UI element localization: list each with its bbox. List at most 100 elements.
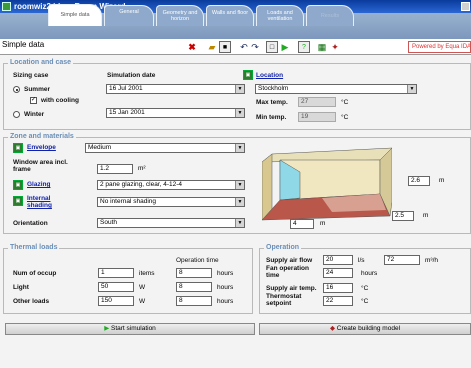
room-width-unit: m [320, 220, 326, 227]
light-unit: W [139, 284, 146, 291]
settings-icon[interactable]: ✦ [329, 41, 341, 53]
other-loads-input[interactable]: 150 [98, 296, 134, 306]
tab-general[interactable]: General [104, 5, 154, 26]
supply-air-temp-unit: °C [361, 285, 369, 292]
supply-air-flow-m3h-input[interactable]: 72 [384, 255, 420, 265]
winter-label: Winter [24, 111, 45, 118]
orientation-select[interactable]: South ▼ [97, 218, 245, 228]
chevron-down-icon: ▼ [235, 109, 244, 117]
window-area-input[interactable]: 1.2 [97, 164, 133, 174]
window-control-button[interactable] [461, 2, 470, 11]
room-width-input[interactable]: 4 [290, 219, 314, 229]
shading-value: No internal shading [100, 198, 157, 205]
occupants-hours-unit: hours [217, 270, 234, 277]
envelope-link[interactable]: Envelope [27, 144, 56, 151]
operation-legend: Operation [264, 244, 302, 251]
room-left-outer-wall [262, 153, 273, 221]
shading-select[interactable]: No internal shading ▼ [97, 197, 245, 207]
thermostat-setpoint-unit: °C [361, 298, 369, 305]
with-cooling-label: with cooling [41, 97, 79, 104]
min-temp-field: 19 [298, 112, 336, 122]
tab-geometry[interactable]: Geometry and horizon [156, 5, 204, 26]
light-label: Light [13, 284, 29, 291]
supply-air-flow-ls-input[interactable]: 20 [323, 255, 353, 265]
shading-database-icon[interactable]: ▣ [13, 196, 23, 206]
max-temp-unit: °C [341, 99, 349, 106]
thermostat-setpoint-label: Thermostat setpoint [266, 293, 302, 307]
start-simulation-label: Start simulation [111, 325, 156, 332]
start-simulation-button[interactable]: ▶ Start simulation [5, 323, 255, 335]
chevron-down-icon: ▼ [235, 85, 244, 93]
supply-air-flow-label: Supply air flow [266, 257, 313, 264]
occupants-hours-input[interactable]: 8 [176, 268, 212, 278]
location-database-icon[interactable]: ▣ [243, 70, 253, 80]
envelope-database-icon[interactable]: ▣ [13, 143, 23, 153]
room-depth-input[interactable]: 2.5 [392, 211, 414, 221]
occupants-input[interactable]: 1 [98, 268, 134, 278]
window-icon[interactable]: □ [266, 41, 278, 53]
with-cooling-checkbox[interactable]: ✓ [30, 97, 37, 104]
window-area-unit: m² [138, 165, 146, 172]
play-icon: ▶ [104, 325, 111, 332]
room-depth-unit: m [423, 212, 429, 219]
tab-results[interactable]: Results [306, 5, 354, 26]
location-select[interactable]: Stockholm ▼ [255, 84, 417, 94]
zone-legend: Zone and materials [8, 133, 76, 140]
summer-date-value: 16 Jul 2001 [109, 85, 143, 92]
light-hours-unit: hours [217, 284, 234, 291]
open-folder-icon[interactable]: ▰ [206, 41, 218, 53]
run-icon[interactable]: ▶ [279, 41, 291, 53]
orientation-label: Orientation [13, 220, 48, 227]
chevron-down-icon: ▼ [235, 181, 244, 189]
redo-icon[interactable]: ↷ [249, 41, 261, 53]
thermostat-setpoint-input[interactable]: 22 [323, 296, 353, 306]
thermal-loads-legend: Thermal loads [8, 244, 60, 251]
location-link[interactable]: Location [256, 72, 283, 79]
chevron-down-icon: ▼ [235, 144, 244, 152]
glazing-value: 2 pane glazing, clear, 4-12-4 [100, 181, 183, 188]
winter-date-select[interactable]: 15 Jan 2001 ▼ [106, 108, 245, 118]
supply-air-temp-input[interactable]: 16 [323, 283, 353, 293]
internal-shading-link[interactable]: Internal shading [27, 195, 53, 209]
fan-operation-time-unit: hours [361, 270, 378, 277]
supply-air-flow-m3h-unit: m³/h [425, 257, 438, 264]
max-temp-label: Max temp. [256, 99, 288, 106]
window-area-label: Window area incl. frame [13, 159, 68, 173]
summer-date-select[interactable]: 16 Jul 2001 ▼ [106, 84, 245, 94]
create-building-model-button[interactable]: ◆ Create building model [259, 323, 471, 335]
envelope-select[interactable]: Medium ▼ [85, 143, 245, 153]
occupants-unit: items [139, 270, 155, 277]
tab-walls[interactable]: Walls and floor [206, 5, 254, 26]
glazing-select[interactable]: 2 pane glazing, clear, 4-12-4 ▼ [97, 180, 245, 190]
location-legend: Location and case [8, 59, 74, 66]
supply-air-flow-ls-unit: l/s [358, 257, 365, 264]
other-loads-label: Other loads [13, 298, 50, 305]
location-value: Stockholm [258, 85, 289, 92]
other-loads-hours-unit: hours [217, 298, 234, 305]
min-temp-unit: °C [341, 114, 349, 121]
light-input[interactable]: 50 [98, 282, 134, 292]
help-icon[interactable]: ? [298, 41, 310, 53]
other-loads-hours-input[interactable]: 8 [176, 296, 212, 306]
light-hours-input[interactable]: 8 [176, 282, 212, 292]
room-height-input[interactable]: 2.6 [408, 176, 430, 186]
winter-radio[interactable] [13, 111, 20, 118]
tab-loads[interactable]: Loads and ventilation [256, 5, 304, 26]
glazing-link[interactable]: Glazing [27, 181, 50, 188]
tab-simple-data[interactable]: Simple data [48, 4, 102, 26]
summer-radio[interactable] [13, 86, 20, 93]
summer-label: Summer [24, 86, 51, 93]
page-title: Simple data [2, 40, 45, 49]
room-illustration [262, 147, 392, 221]
brand-label: Powered by Equa IDA [408, 41, 471, 53]
delete-icon[interactable]: ✖ [186, 41, 198, 53]
chevron-down-icon: ▼ [235, 198, 244, 206]
save-icon[interactable]: ■ [219, 41, 231, 53]
orientation-value: South [100, 219, 117, 226]
max-temp-field: 27 [298, 97, 336, 107]
glazing-database-icon[interactable]: ▣ [13, 180, 23, 190]
fan-operation-time-input[interactable]: 24 [323, 268, 353, 278]
database-icon[interactable]: ▦ [316, 41, 328, 53]
create-model-label: Create building model [336, 325, 401, 332]
winter-date-value: 15 Jan 2001 [109, 109, 145, 116]
